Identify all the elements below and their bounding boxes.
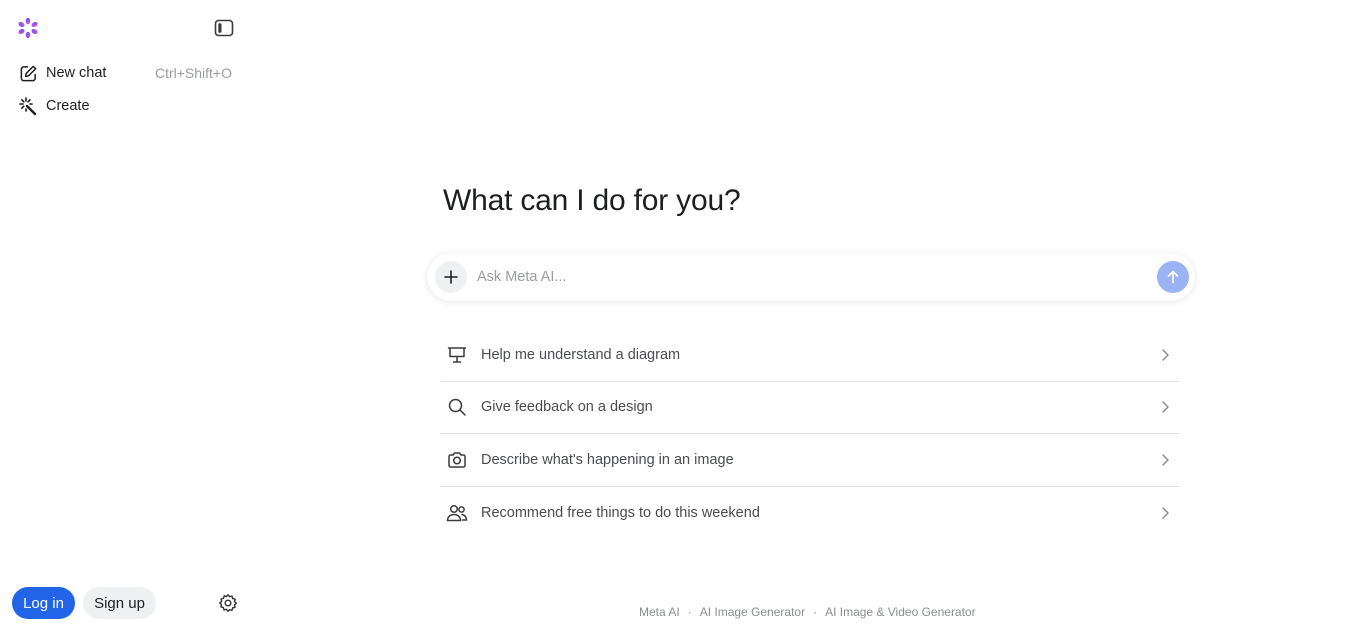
sidebar: New chat Ctrl+Shift+O Create Log in Sign… <box>0 0 250 633</box>
suggestion-label: Describe what's happening in an image <box>481 451 734 468</box>
camera-icon <box>446 449 468 471</box>
suggestion-list: Help me understand a diagram Give feedba… <box>441 329 1179 539</box>
footer-separator: · <box>813 605 818 619</box>
footer-link-ai-image-video-generator[interactable]: AI Image & Video Generator <box>825 605 976 619</box>
sidebar-toggle-icon[interactable] <box>212 16 236 40</box>
sidebar-item-label: Create <box>46 98 90 114</box>
magic-wand-icon <box>18 96 38 116</box>
chat-composer <box>427 253 1195 301</box>
suggestion-label: Give feedback on a design <box>481 399 653 416</box>
sidebar-item-label: New chat <box>46 65 107 81</box>
chevron-right-icon <box>1157 347 1173 363</box>
chevron-right-icon <box>1157 505 1173 521</box>
plus-icon[interactable] <box>435 261 467 293</box>
suggestion-label: Help me understand a diagram <box>481 346 681 363</box>
suggestion-label: Recommend free things to do this weekend <box>481 504 760 521</box>
footer-link-ai-image-generator[interactable]: AI Image Generator <box>700 605 805 619</box>
signup-button[interactable]: Sign up <box>83 587 156 619</box>
search-icon <box>446 396 468 418</box>
send-button[interactable] <box>1157 261 1189 293</box>
gear-icon[interactable] <box>216 591 240 615</box>
sidebar-item-new-chat[interactable]: New chat Ctrl+Shift+O <box>10 58 242 88</box>
footer-separator: · <box>687 605 692 619</box>
arrow-up-icon <box>1167 270 1179 284</box>
suggestion-item[interactable]: Give feedback on a design <box>441 382 1179 434</box>
footer-links: Meta AI · AI Image Generator · AI Image … <box>639 605 976 619</box>
footer-link-meta-ai[interactable]: Meta AI <box>639 605 680 619</box>
page-title: What can I do for you? <box>443 184 741 217</box>
sidebar-item-create[interactable]: Create <box>10 91 242 121</box>
people-icon <box>446 502 468 524</box>
meta-ai-logo-icon[interactable] <box>16 16 40 40</box>
suggestion-item[interactable]: Describe what's happening in an image <box>441 434 1179 487</box>
keyboard-shortcut: Ctrl+Shift+O <box>154 65 232 81</box>
chevron-right-icon <box>1157 399 1173 415</box>
chat-input[interactable] <box>477 263 1137 291</box>
suggestion-item[interactable]: Help me understand a diagram <box>441 329 1179 382</box>
login-button[interactable]: Log in <box>12 587 75 619</box>
edit-icon <box>18 63 38 83</box>
chevron-right-icon <box>1157 452 1173 468</box>
presentation-board-icon <box>446 344 468 366</box>
suggestion-item[interactable]: Recommend free things to do this weekend <box>441 487 1179 540</box>
